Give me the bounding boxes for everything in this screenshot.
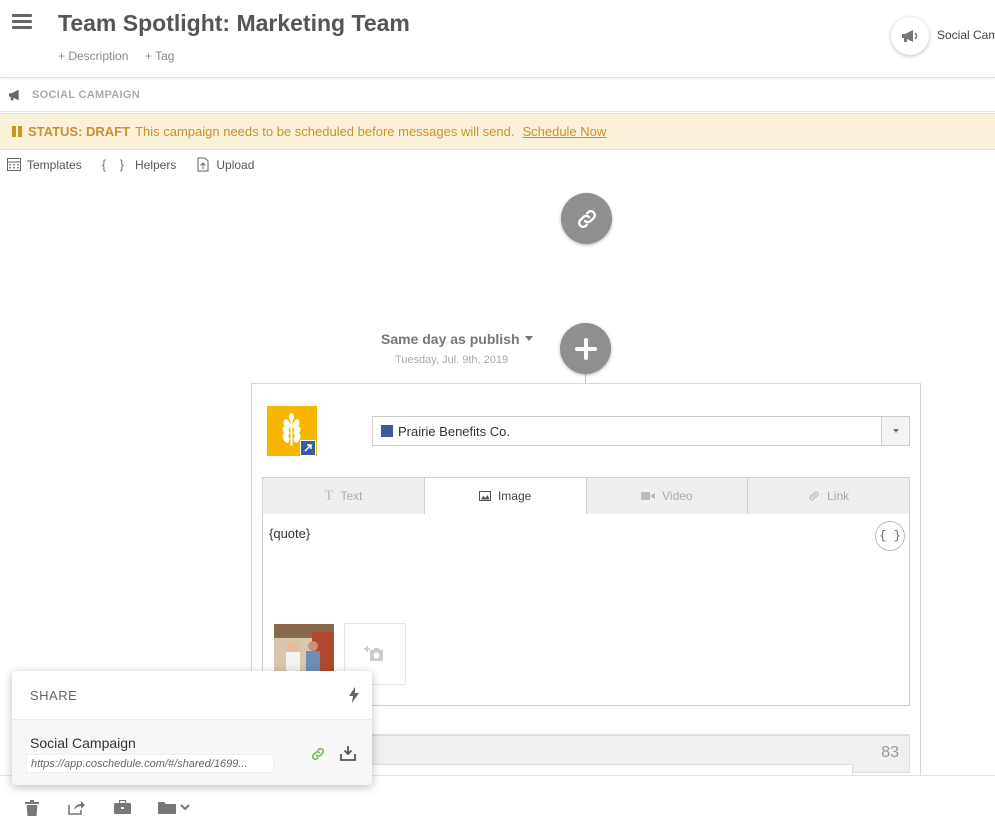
status-message: This campaign needs to be scheduled befo… xyxy=(135,124,515,139)
image-icon xyxy=(478,491,491,501)
templates-label: Templates xyxy=(27,157,82,172)
briefcase-icon[interactable] xyxy=(114,799,131,819)
caret-down-icon xyxy=(524,336,533,341)
download-icon[interactable] xyxy=(340,745,356,766)
tab-text[interactable]: T Text xyxy=(263,478,425,514)
share-item-name: Social Campaign xyxy=(30,735,136,751)
add-description-link[interactable]: + Description xyxy=(58,49,128,63)
hamburger-menu-icon[interactable] xyxy=(12,14,32,30)
upload-label: Upload xyxy=(216,157,255,172)
tab-label: Image xyxy=(497,489,532,503)
insert-helper-button[interactable]: { } xyxy=(875,521,905,551)
message-text[interactable]: {quote} xyxy=(269,526,310,541)
select-arrow-icon[interactable] xyxy=(881,417,909,445)
timing-label: Same day as publish xyxy=(381,331,520,347)
tab-video[interactable]: Video xyxy=(587,478,749,514)
share-url-field[interactable]: https://app.coschedule.com/#/shared/1699… xyxy=(26,754,274,773)
templates-button[interactable]: Templates xyxy=(7,158,82,172)
megaphone-icon xyxy=(902,30,918,42)
page-title[interactable]: Team Spotlight: Marketing Team xyxy=(58,10,410,37)
helpers-button[interactable]: { } Helpers xyxy=(102,157,177,172)
tab-image[interactable]: Image xyxy=(424,478,587,514)
upload-button[interactable]: Upload xyxy=(196,157,254,172)
share-panel: SHARE Social Campaign https://app.cosche… xyxy=(12,671,372,785)
add-tag-link[interactable]: + Tag xyxy=(145,49,174,63)
copy-link-icon[interactable] xyxy=(310,746,326,767)
pause-icon xyxy=(12,126,22,137)
account-avatar xyxy=(267,406,317,456)
folder-dropdown-icon[interactable] xyxy=(158,800,194,819)
divider xyxy=(0,111,995,112)
status-label: STATUS: DRAFT xyxy=(28,124,131,139)
link-icon xyxy=(577,209,596,228)
campaign-type-badge[interactable] xyxy=(891,17,929,55)
page-header: Team Spotlight: Marketing Team + Descrip… xyxy=(0,0,995,78)
megaphone-icon xyxy=(9,89,19,101)
add-message-button[interactable] xyxy=(560,323,611,374)
text-icon: T xyxy=(324,487,334,504)
status-banner: STATUS: DRAFT This campaign needs to be … xyxy=(0,113,995,150)
tab-label: Video xyxy=(662,489,693,503)
helpers-label: Helpers xyxy=(135,157,177,172)
braces-icon: { } xyxy=(101,157,129,172)
upload-icon xyxy=(197,157,209,172)
link-icon xyxy=(809,491,819,501)
section-heading: SOCIAL CAMPAIGN xyxy=(8,86,140,104)
account-name: Prairie Benefits Co. xyxy=(398,423,510,439)
add-camera-icon xyxy=(364,646,383,661)
video-icon xyxy=(641,492,656,500)
editor-toolbar: Templates { } Helpers Upload xyxy=(7,157,274,172)
tab-label: Link xyxy=(827,489,850,503)
network-badge-icon xyxy=(300,440,316,456)
trash-icon[interactable] xyxy=(25,800,39,821)
share-out-icon[interactable] xyxy=(68,800,85,820)
tab-label: Text xyxy=(340,489,363,503)
timing-dropdown[interactable]: Same day as publish xyxy=(381,331,533,347)
section-label: SOCIAL CAMPAIGN xyxy=(32,89,140,101)
content-type-tabs: T Text Image Video Link xyxy=(262,477,910,515)
share-panel-header: SHARE xyxy=(12,671,372,720)
account-select[interactable]: Prairie Benefits Co. xyxy=(372,416,910,446)
share-item: Social Campaign https://app.coschedule.c… xyxy=(12,720,372,785)
link-node-button[interactable] xyxy=(561,193,612,244)
character-count: 83 xyxy=(881,744,899,761)
schedule-now-link[interactable]: Schedule Now xyxy=(522,124,606,139)
campaign-type-label: Social Campaign xyxy=(937,28,995,42)
message-preview-field xyxy=(353,764,853,774)
share-title: SHARE xyxy=(30,687,78,703)
tab-link[interactable]: Link xyxy=(748,478,909,514)
templates-icon xyxy=(7,158,21,171)
network-flag-icon xyxy=(381,425,393,437)
lightning-icon[interactable] xyxy=(348,687,360,703)
plus-icon xyxy=(574,337,597,360)
timing-date: Tuesday, Jul. 9th, 2019 xyxy=(395,354,509,366)
attached-image-thumbnail[interactable] xyxy=(274,624,334,674)
